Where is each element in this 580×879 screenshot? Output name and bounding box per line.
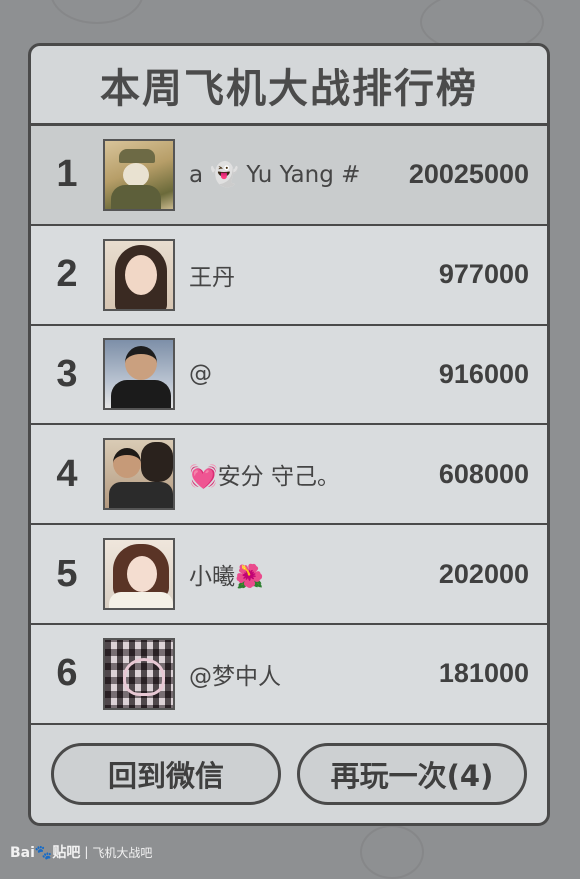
leaderboard-row[interactable]: 5 小曦🌺 202000: [31, 525, 547, 625]
watermark-forum-name: 飞机大战吧: [92, 845, 153, 860]
background-doodle: [360, 825, 424, 879]
leaderboard-row[interactable]: 2 王丹 977000: [31, 225, 547, 326]
action-bar: 回到微信 再玩一次(4): [31, 725, 547, 823]
player-score: 202000: [438, 558, 529, 589]
rank-number: 3: [56, 352, 78, 395]
leaderboard-row[interactable]: 4 💓安分 守己。 608000: [31, 425, 547, 526]
baidu-tieba-watermark: Bai🐾贴吧 | 飞机大战吧: [10, 842, 152, 862]
player-score: 181000: [438, 658, 529, 689]
watermark-separator: |: [84, 845, 89, 859]
rank-number: 4: [56, 452, 78, 495]
rank-number: 2: [56, 253, 78, 296]
player-score: 916000: [438, 358, 529, 389]
player-score: 977000: [438, 259, 529, 290]
avatar: [103, 637, 175, 710]
background-doodle: [50, 0, 144, 24]
player-score: 20025000: [408, 159, 529, 190]
play-again-button[interactable]: 再玩一次(4): [297, 743, 527, 805]
back-to-wechat-button[interactable]: 回到微信: [51, 743, 281, 805]
rank-number: 5: [56, 552, 78, 595]
leaderboard-panel: 本周飞机大战排行榜 1 a 👻 Yu Yang # 20025000 2 王丹 …: [28, 43, 550, 826]
leaderboard-row[interactable]: 1 a 👻 Yu Yang # 20025000: [31, 126, 547, 226]
leaderboard-row[interactable]: 3 @ 916000: [31, 325, 547, 426]
avatar: [103, 438, 175, 511]
avatar: [103, 138, 175, 211]
baidu-tieba-logo: Bai🐾贴吧: [10, 845, 81, 861]
player-score: 608000: [438, 458, 529, 489]
leaderboard-row[interactable]: 6 @梦中人 181000: [31, 624, 547, 725]
leaderboard-title: 本周飞机大战排行榜: [31, 46, 547, 126]
avatar: [103, 538, 175, 611]
rank-number: 6: [56, 652, 78, 695]
avatar: [103, 338, 175, 411]
rank-number: 1: [56, 153, 78, 196]
leaderboard-list: 1 a 👻 Yu Yang # 20025000 2 王丹 977000 3 @…: [31, 126, 547, 725]
avatar: [103, 238, 175, 311]
